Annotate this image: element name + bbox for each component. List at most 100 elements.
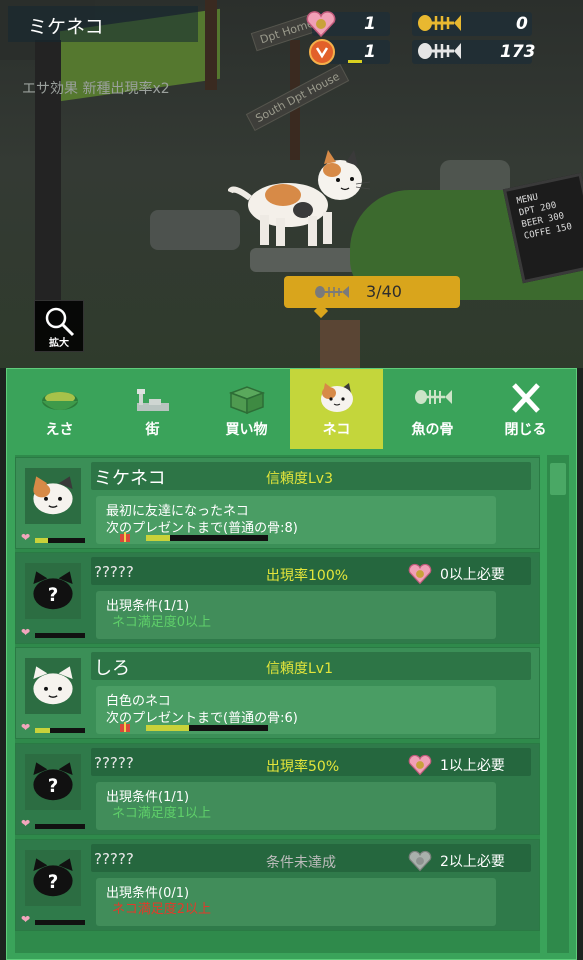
white-cat-icon — [33, 666, 73, 705]
tab-fish-bone[interactable]: 魚の骨 — [386, 369, 479, 449]
cat-list[interactable]: ❤ ミケネコ 信頼度Lv3 最初に友達になったネコ 次のプレゼントまで(普通の骨… — [15, 455, 540, 953]
fish-bone-icon — [315, 286, 349, 298]
scene-post — [205, 0, 217, 90]
tab-label: えさ — [45, 422, 74, 438]
shopping-box-icon — [228, 386, 266, 415]
affection-bar: ❤ — [21, 913, 89, 928]
heart-counter-value: 1 — [364, 14, 376, 34]
present-progress-bar — [146, 725, 268, 731]
cat-card[interactable]: ? ❤ ????? 出現率100% 0以上必要 出現条件(1/1) ネコ満足度0… — [15, 552, 540, 644]
tab-label: 街 — [145, 422, 160, 438]
svg-text:?: ? — [48, 872, 59, 893]
cat-portrait: ? — [25, 754, 81, 810]
appearance-rate: 出現率100% — [266, 568, 349, 584]
tab-label: 買い物 — [225, 422, 268, 438]
tab-shopping[interactable]: 買い物 — [200, 369, 293, 449]
tab-food[interactable]: えさ — [13, 369, 106, 449]
condition-detail: ネコ満足度1以上 — [112, 806, 212, 821]
unknown-cat-icon: ? — [33, 858, 73, 897]
current-cat-name: ミケネコ — [28, 16, 104, 38]
next-present-text: 次のプレゼントまで(普通の骨:6) — [106, 711, 298, 726]
next-present-text: 次のプレゼントまで(普通の骨:8) — [106, 521, 298, 536]
tab-label: 閉じる — [504, 422, 547, 438]
svg-text:?: ? — [48, 585, 59, 606]
zoom-label: 拡大 — [49, 338, 69, 349]
list-scrollbar[interactable] — [547, 455, 569, 953]
cat-card[interactable]: ❤ ミケネコ 信頼度Lv3 最初に友達になったネコ 次のプレゼントまで(普通の骨… — [15, 457, 540, 549]
calico-cat-model[interactable] — [228, 150, 373, 255]
trust-level: 信頼度Lv3 — [266, 471, 333, 487]
gold-fish-bone-icon — [418, 15, 461, 31]
cat-face-icon — [321, 383, 353, 412]
affection-bar: ❤ — [21, 721, 89, 736]
zoom-button[interactable]: 拡大 — [34, 300, 84, 352]
level-progress — [348, 60, 362, 63]
requirement-text: 0以上必要 — [440, 567, 505, 583]
appearance-rate: 条件未達成 — [266, 855, 336, 871]
heart-icon: ❤ — [21, 531, 31, 544]
cat-card[interactable]: ? ❤ ????? 出現率50% 1以上必要 出現条件(1/1) ネコ満足度1以… — [15, 743, 540, 835]
town-icon — [137, 389, 169, 411]
cat-card[interactable]: ❤ しろ 信頼度Lv1 白色のネコ 次のプレゼントまで(普通の骨:6) — [15, 647, 540, 739]
gold-bone-counter-value: 0 — [516, 14, 528, 34]
tab-cat[interactable]: ネコ — [290, 369, 383, 449]
gift-icon — [120, 532, 130, 542]
heart-food-icon — [408, 754, 432, 776]
trust-level: 信頼度Lv1 — [266, 661, 333, 677]
cat-book-panel: えさ 街 買い物 ネコ 魚の骨 閉じる ❤ ミケネコ 信頼度Lv3 最初に友達に… — [6, 368, 577, 960]
calico-cat-icon — [33, 476, 73, 515]
game-scene[interactable]: Dpt Home South Dpt House MENU DPT 200 BE… — [0, 0, 583, 368]
heart-icon: ❤ — [21, 913, 31, 926]
scene-box — [320, 320, 360, 368]
requirement: 2以上必要 — [406, 850, 526, 872]
heart-icon: ❤ — [21, 626, 31, 639]
progress-text: 3/40 — [366, 282, 402, 301]
cat-progress-pill[interactable]: 3/40 — [284, 276, 460, 319]
tab-close[interactable]: 閉じる — [479, 369, 572, 449]
requirement-text: 1以上必要 — [440, 758, 505, 774]
cat-portrait: ? — [25, 563, 81, 619]
cat-name: ミケネコ — [94, 468, 166, 489]
level-counter-value: 1 — [364, 42, 376, 62]
cat-name: ????? — [94, 563, 134, 581]
gift-icon — [120, 722, 130, 732]
heart-food-icon — [408, 850, 432, 872]
heart-food-icon — [408, 563, 432, 585]
cat-portrait — [25, 658, 81, 714]
requirement: 1以上必要 — [406, 754, 526, 776]
feed-effect-text: エサ効果 新種出現率x2 — [22, 81, 170, 97]
scene-rock — [150, 210, 240, 250]
tab-town[interactable]: 街 — [106, 369, 199, 449]
appearance-rate: 出現率50% — [266, 759, 340, 775]
tab-bar: えさ 街 買い物 ネコ 魚の骨 閉じる — [7, 369, 578, 449]
condition-detail: ネコ満足度0以上 — [112, 615, 212, 630]
cat-card[interactable]: ? ❤ ????? 条件未達成 2以上必要 出現条件(0/1) ネコ満足度2以上 — [15, 839, 540, 931]
food-bowl-icon — [42, 392, 78, 410]
scroll-thumb[interactable] — [550, 463, 566, 495]
pill-pointer — [313, 303, 329, 319]
silver-fish-bone-icon — [418, 43, 461, 59]
tab-label: ネコ — [322, 422, 351, 438]
cat-portrait — [25, 468, 81, 524]
cat-name: ????? — [94, 754, 134, 772]
requirement-text: 2以上必要 — [440, 854, 505, 870]
silver-bone-counter-value: 173 — [500, 42, 536, 62]
unknown-cat-icon: ? — [33, 571, 73, 610]
tab-label: 魚の骨 — [411, 422, 454, 438]
close-icon — [512, 383, 540, 413]
condition-detail: ネコ満足度2以上 — [112, 902, 212, 917]
cat-name: しろ — [94, 658, 130, 679]
cat-name: ????? — [94, 850, 134, 868]
present-progress-bar — [146, 535, 268, 541]
affection-bar: ❤ — [21, 626, 89, 641]
heart-icon: ❤ — [21, 721, 31, 734]
level-badge-icon — [309, 39, 335, 65]
fish-bone-icon — [415, 390, 452, 404]
cat-portrait: ? — [25, 850, 81, 906]
affection-bar: ❤ — [21, 817, 89, 832]
svg-text:?: ? — [48, 776, 59, 797]
heart-icon: ❤ — [21, 817, 31, 830]
heart-food-icon — [306, 11, 336, 38]
unknown-cat-icon: ? — [33, 762, 73, 801]
affection-bar: ❤ — [21, 531, 89, 546]
